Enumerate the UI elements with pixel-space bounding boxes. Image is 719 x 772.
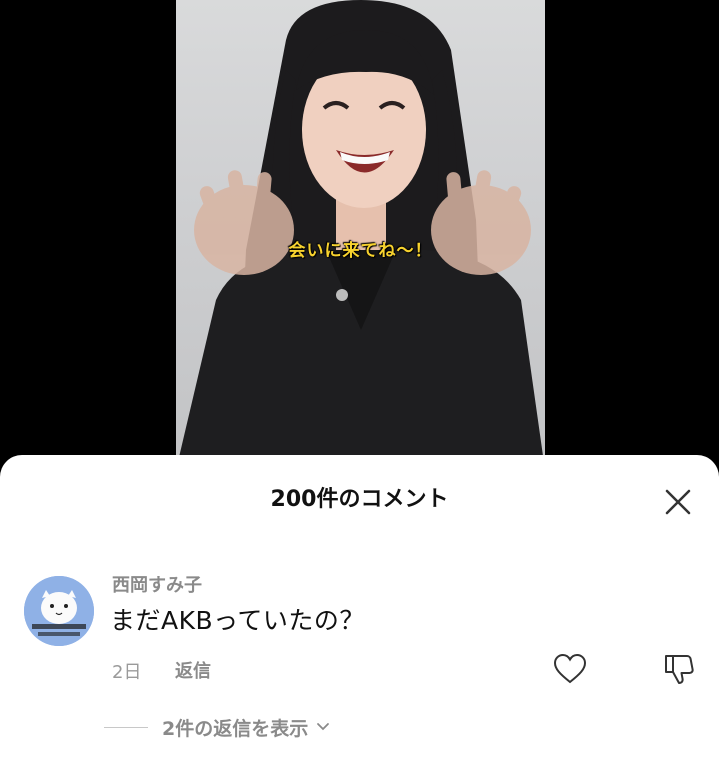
close-icon [665,489,691,515]
screen: 会いに来てね〜！ 200件のコメント 西岡すみ子 まだAKBっていたの？ 2日 … [0,0,719,772]
chevron-down-icon [317,723,330,731]
avatar-image [24,576,94,646]
reply-button[interactable]: 返信 [175,657,211,683]
comments-title: 200件のコメント [270,487,449,512]
video-caption: 会いに来てね〜！ [288,241,433,261]
dislike-button[interactable] [663,652,695,686]
heart-icon [553,653,587,684]
comment-time: 2日 [112,662,142,683]
video-player[interactable]: 会いに来てね〜！ [176,0,545,470]
view-replies-button[interactable]: 2件の返信を表示 [104,713,330,741]
view-replies-label: 2件の返信を表示 [162,717,309,740]
like-button[interactable] [553,653,587,685]
avatar[interactable] [24,576,94,646]
close-button[interactable] [663,487,693,517]
thumbs-down-icon [665,655,694,684]
video-frame [176,0,545,470]
comment-text: まだAKBっていたの？ [110,606,365,635]
comment-author[interactable]: 西岡すみ子 [112,571,202,597]
divider-line [104,726,148,728]
comments-sheet: 200件のコメント 西岡すみ子 まだAKBっていたの？ 2日 返信 2件の返信を… [0,455,719,772]
